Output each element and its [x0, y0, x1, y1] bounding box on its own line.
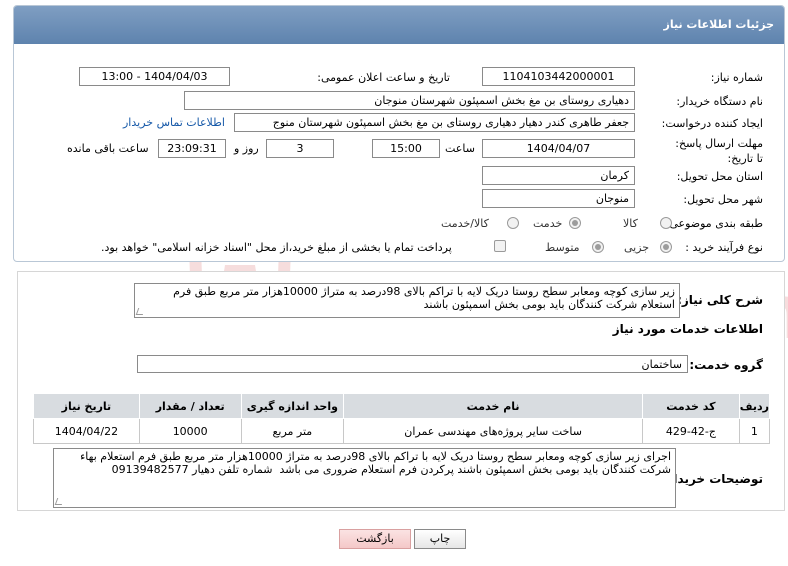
buyer-notes-textarea[interactable]: اجرای زیر سازی کوچه ومعابر سطح روستا دری… — [53, 448, 676, 508]
service-group-field[interactable]: ساختمان — [137, 355, 688, 373]
category-radio-goods[interactable] — [660, 217, 672, 229]
city-field[interactable]: منوجان — [482, 189, 635, 208]
process-radio-medium[interactable] — [592, 241, 604, 253]
panel-header: جزئیات اطلاعات نیاز — [14, 6, 784, 44]
deadline-time-label: ساعت — [445, 142, 475, 155]
category-option-goods-service: کالا/خدمت — [441, 217, 489, 230]
need-number-field[interactable]: 1104103442000001 — [482, 67, 635, 86]
deadline-time-field[interactable]: 15:00 — [372, 139, 440, 158]
col-unit: واحد اندازه گیری — [240, 393, 345, 419]
creator-field[interactable]: جعفر طاهری کندر دهیار دهیاری روستای بن م… — [234, 113, 635, 132]
services-table-header: ردیف کد خدمت نام خدمت واحد اندازه گیری ت… — [33, 393, 771, 419]
summary-textarea[interactable]: زیر سازی کوچه ومعابر سطح روستا دریک لایه… — [134, 283, 680, 318]
announce-date-label: تاریخ و ساعت اعلان عمومی: — [317, 71, 450, 84]
category-option-service: خدمت — [533, 217, 563, 230]
remaining-time-label: ساعت باقی مانده — [67, 142, 149, 155]
buyer-notes-label: توضیحات خریدار: — [661, 472, 763, 486]
cell-service-name: ساخت سایر پروژه‌های مهندسی عمران — [343, 418, 643, 444]
category-option-goods: کالا — [623, 217, 638, 230]
page-title: جزئیات اطلاعات نیاز — [663, 18, 775, 31]
process-option-medium: متوسط — [545, 241, 580, 254]
col-row: ردیف — [738, 393, 771, 419]
col-need-date: تاریخ نیاز — [33, 393, 140, 419]
buyer-contact-link[interactable]: اطلاعات تماس خریدار — [123, 116, 225, 129]
creator-label: ایجاد کننده درخواست: — [661, 117, 763, 130]
province-label: استان محل تحویل: — [676, 170, 763, 183]
print-button[interactable]: چاپ — [414, 529, 466, 549]
cell-need-date: 1404/04/22 — [33, 418, 140, 444]
province-field[interactable]: کرمان — [482, 166, 635, 185]
resize-handle-icon[interactable] — [54, 498, 65, 505]
col-quantity: تعداد / مقدار — [138, 393, 242, 419]
remaining-time-field[interactable]: 23:09:31 — [158, 139, 226, 158]
buyer-org-field[interactable]: دهیاری روستای بن مغ بخش اسمپئون شهرستان … — [184, 91, 635, 110]
process-label: نوع فرآیند خرید : — [685, 241, 763, 254]
table-row: 1 ج-42-429 ساخت سایر پروژه‌های مهندسی عم… — [33, 418, 771, 444]
category-radio-goods-service[interactable] — [507, 217, 519, 229]
cell-row: 1 — [738, 418, 771, 444]
treasury-payment-note: پرداخت تمام یا بخشی از مبلغ خرید،از محل … — [101, 241, 452, 254]
col-service-code: کد خدمت — [642, 393, 740, 419]
summary-label: شرح کلی نیاز: — [677, 293, 763, 307]
cell-quantity: 10000 — [138, 418, 242, 444]
back-button[interactable]: بازگشت — [339, 529, 411, 549]
city-label: شهر محل تحویل: — [683, 193, 763, 206]
service-group-label: گروه خدمت: — [689, 358, 763, 372]
process-option-minor: جزیی — [624, 241, 650, 254]
need-number-label: شماره نیاز: — [710, 71, 763, 84]
category-radio-service[interactable] — [569, 217, 581, 229]
days-remaining-field[interactable]: 3 — [266, 139, 334, 158]
days-label: روز و — [234, 142, 259, 155]
deadline-date-field[interactable]: 1404/04/07 — [482, 139, 635, 158]
announce-date-field[interactable]: 1404/04/03 - 13:00 — [79, 67, 230, 86]
col-service-name: نام خدمت — [343, 393, 643, 419]
resize-handle-icon[interactable] — [135, 308, 146, 315]
cell-unit: متر مربع — [240, 418, 345, 444]
deadline-label: مهلت ارسال پاسخ: تا تاریخ: — [675, 137, 763, 165]
treasury-payment-checkbox[interactable] — [494, 240, 506, 252]
services-table: ردیف کد خدمت نام خدمت واحد اندازه گیری ت… — [33, 393, 771, 444]
buyer-org-label: نام دستگاه خریدار: — [676, 95, 763, 108]
process-radio-minor[interactable] — [660, 241, 672, 253]
services-section-title: اطلاعات خدمات مورد نیاز — [612, 322, 763, 336]
category-label: طبقه بندی موضوعی: — [665, 217, 763, 230]
cell-service-code: ج-42-429 — [642, 418, 740, 444]
